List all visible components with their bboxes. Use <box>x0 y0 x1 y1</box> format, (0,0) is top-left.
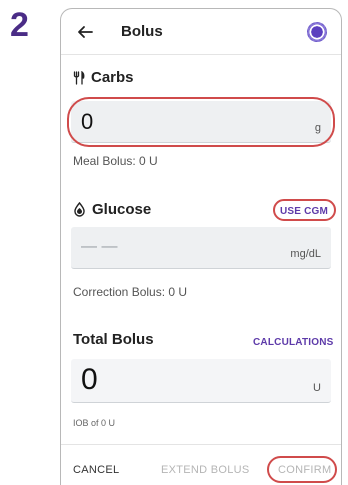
carbs-label: Carbs <box>73 69 134 86</box>
pump-status-icon[interactable] <box>307 22 327 42</box>
confirm-button[interactable]: CONFIRM <box>278 464 331 476</box>
total-bolus-label: Total Bolus <box>73 331 154 348</box>
glucose-label-text: Glucose <box>92 201 152 218</box>
glucose-value: — — <box>81 238 118 255</box>
top-bar: Bolus <box>61 9 341 55</box>
cancel-button[interactable]: CANCEL <box>73 464 119 476</box>
phone-screen: Bolus Carbs 0 g Meal Bolus: 0 U Glucose … <box>60 8 342 485</box>
iob-text: IOB of 0 U <box>73 418 116 428</box>
total-bolus-value: 0 <box>81 363 98 396</box>
carbs-label-text: Carbs <box>91 69 134 86</box>
step-number: 2 <box>10 6 29 44</box>
arrow-left-icon[interactable] <box>74 21 96 43</box>
correction-bolus-text: Correction Bolus: 0 U <box>73 285 188 299</box>
meal-bolus-text: Meal Bolus: 0 U <box>73 154 158 168</box>
carbs-unit: g <box>314 122 321 134</box>
glucose-unit: mg/dL <box>290 248 321 260</box>
glucose-input[interactable]: — — mg/dL <box>71 227 331 269</box>
calculations-button[interactable]: CALCULATIONS <box>253 337 334 348</box>
fork-knife-icon <box>73 70 85 85</box>
total-bolus-unit: U <box>313 382 321 394</box>
carbs-value: 0 <box>81 109 94 134</box>
glucose-label: Glucose <box>73 201 151 218</box>
extend-bolus-button[interactable]: EXTEND BOLUS <box>161 464 250 476</box>
screen-title: Bolus <box>121 23 163 40</box>
blood-drop-icon <box>74 202 85 217</box>
total-bolus-field: 0 U <box>71 359 331 403</box>
use-cgm-button[interactable]: USE CGM <box>280 206 328 217</box>
carbs-input[interactable]: 0 g <box>71 101 331 143</box>
footer-divider <box>61 444 341 445</box>
